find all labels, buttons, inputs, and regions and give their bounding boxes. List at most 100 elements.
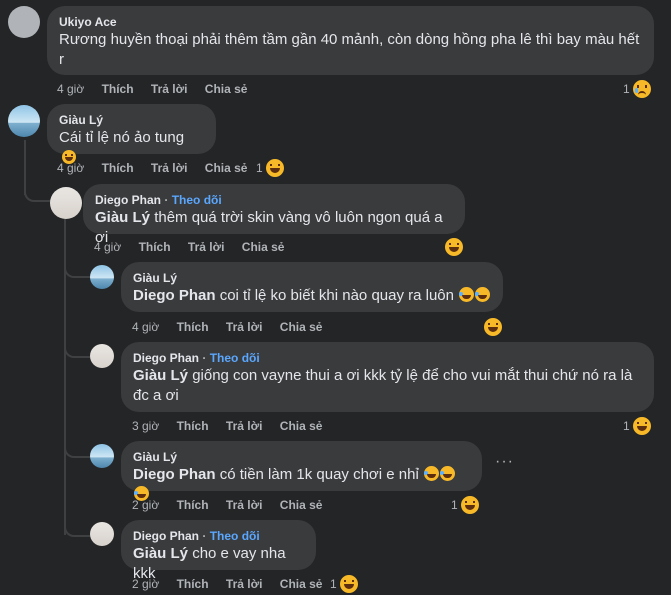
mention-link[interactable]: Giàu Lý xyxy=(133,367,188,384)
haha-emoji-icon xyxy=(444,237,464,257)
comment-actions: 4 giờ Thích Trả lời Chia sẻ xyxy=(94,240,298,254)
reply-button[interactable]: Trả lời xyxy=(226,577,263,591)
like-button[interactable]: Thích xyxy=(177,419,209,433)
follow-button[interactable]: Theo dõi xyxy=(172,193,222,207)
reply-button[interactable]: Trả lời xyxy=(226,320,263,334)
comment-time[interactable]: 3 giờ xyxy=(132,419,159,433)
reaction-summary[interactable]: 1 xyxy=(451,495,480,515)
comment-bubble: Giàu Lý Diego Phan có tiền làm 1k quay c… xyxy=(121,441,482,501)
avatar[interactable] xyxy=(50,187,82,219)
avatar[interactable] xyxy=(90,344,114,368)
comment-time[interactable]: 4 giờ xyxy=(132,320,159,334)
comment-author[interactable]: Ukiyo Ace xyxy=(59,14,642,30)
reaction-summary[interactable] xyxy=(481,317,503,337)
comment-text: Cái tỉ lệ nó ảo tung xyxy=(59,129,185,146)
comment-time[interactable]: 4 giờ xyxy=(57,161,84,175)
comment-actions: 4 giờ Thích Trả lời Chia sẻ xyxy=(132,320,336,334)
thread-connector xyxy=(24,180,52,202)
comment-actions: 2 giờ Thích Trả lời Chia sẻ xyxy=(132,577,336,591)
laughing-emoji-icon xyxy=(423,466,439,481)
comment-bubble: Diego Phan · Theo dõi Giàu Lý thêm quá t… xyxy=(83,184,465,246)
share-button[interactable]: Chia sẻ xyxy=(280,419,323,433)
comment-bubble: Diego Phan · Theo dõi Giàu Lý cho e vay … xyxy=(121,520,316,582)
haha-emoji-icon xyxy=(483,317,503,337)
comment-author[interactable]: Diego Phan xyxy=(133,351,199,365)
separator: · xyxy=(202,529,207,543)
reaction-count: 1 xyxy=(330,577,337,591)
comment-bubble: Diego Phan · Theo dõi Giàu Lý giống con … xyxy=(121,342,654,412)
comment-actions: 4 giờ Thích Trả lời Chia sẻ xyxy=(57,161,261,175)
reaction-count: 1 xyxy=(451,498,458,512)
reply-button[interactable]: Trả lời xyxy=(226,419,263,433)
like-button[interactable]: Thích xyxy=(177,320,209,334)
sad-emoji-icon xyxy=(631,79,652,99)
avatar[interactable] xyxy=(8,105,40,137)
comment-author[interactable]: Giàu Lý xyxy=(59,112,204,128)
reply-button[interactable]: Trả lời xyxy=(151,161,188,175)
comment-time[interactable]: 4 giờ xyxy=(57,82,84,96)
follow-button[interactable]: Theo dõi xyxy=(210,529,260,543)
share-button[interactable]: Chia sẻ xyxy=(280,577,323,591)
reaction-summary[interactable]: 1 xyxy=(330,574,359,594)
share-button[interactable]: Chia sẻ xyxy=(280,498,323,512)
reaction-count: 1 xyxy=(623,419,630,433)
follow-button[interactable]: Theo dõi xyxy=(210,351,260,365)
laughing-emoji-icon xyxy=(459,287,475,302)
thread-connector xyxy=(64,438,90,458)
reaction-summary[interactable] xyxy=(442,237,464,257)
reply-button[interactable]: Trả lời xyxy=(188,240,225,254)
laughing-emoji-icon xyxy=(439,466,455,481)
haha-emoji-icon xyxy=(631,416,652,436)
like-button[interactable]: Thích xyxy=(177,577,209,591)
comment-actions: 4 giờ Thích Trả lời Chia sẻ xyxy=(57,82,261,96)
comment-author[interactable]: Diego Phan xyxy=(133,529,199,543)
reply-button[interactable]: Trả lời xyxy=(151,82,188,96)
share-button[interactable]: Chia sẻ xyxy=(205,82,248,96)
comment-text: có tiền làm 1k quay chơi e nhỉ xyxy=(219,466,419,483)
reaction-count: 1 xyxy=(623,82,630,96)
mention-link[interactable]: Diego Phan xyxy=(133,466,216,483)
comment-text: Rương huyền thoại phải thêm tầm gần 40 m… xyxy=(59,31,640,68)
comment-time[interactable]: 2 giờ xyxy=(132,498,159,512)
thread-connector xyxy=(64,517,90,537)
avatar[interactable] xyxy=(90,265,114,289)
avatar[interactable] xyxy=(8,6,40,38)
mention-link[interactable]: Giàu Lý xyxy=(95,209,150,226)
comment-bubble: Giàu Lý Cái tỉ lệ nó ảo tung xyxy=(47,104,216,164)
comment-author[interactable]: Diego Phan xyxy=(95,193,161,207)
comment-author[interactable]: Giàu Lý xyxy=(133,449,470,465)
reaction-count: 1 xyxy=(256,161,263,175)
comment-text: coi tỉ lệ ko biết khi nào quay ra luôn xyxy=(219,287,454,304)
thread-connector xyxy=(64,338,90,358)
reaction-summary[interactable]: 1 xyxy=(623,79,652,99)
more-options-icon[interactable]: ··· xyxy=(495,453,514,471)
comment-text: giống con vayne thui a ơi kkk tỷ lệ để c… xyxy=(133,367,633,404)
haha-emoji-icon xyxy=(338,574,359,594)
comment-author[interactable]: Giàu Lý xyxy=(133,270,491,286)
comment-time[interactable]: 4 giờ xyxy=(94,240,121,254)
comment-bubble: Giàu Lý Diego Phan coi tỉ lệ ko biết khi… xyxy=(121,262,503,312)
reaction-summary[interactable]: 1 xyxy=(623,416,652,436)
share-button[interactable]: Chia sẻ xyxy=(242,240,285,254)
comment-actions: 3 giờ Thích Trả lời Chia sẻ xyxy=(132,419,336,433)
avatar[interactable] xyxy=(90,522,114,546)
like-button[interactable]: Thích xyxy=(177,498,209,512)
share-button[interactable]: Chia sẻ xyxy=(205,161,248,175)
like-button[interactable]: Thích xyxy=(102,161,134,175)
mention-link[interactable]: Giàu Lý xyxy=(133,545,188,562)
laughing-emoji-icon xyxy=(475,287,491,302)
comment-actions: 2 giờ Thích Trả lời Chia sẻ xyxy=(132,498,336,512)
separator: · xyxy=(202,351,207,365)
mention-link[interactable]: Diego Phan xyxy=(133,287,216,304)
separator: · xyxy=(164,193,169,207)
haha-emoji-icon xyxy=(264,158,285,178)
avatar[interactable] xyxy=(90,444,114,468)
reply-button[interactable]: Trả lời xyxy=(226,498,263,512)
haha-emoji-icon xyxy=(459,495,480,515)
like-button[interactable]: Thích xyxy=(139,240,171,254)
comment-time[interactable]: 2 giờ xyxy=(132,577,159,591)
share-button[interactable]: Chia sẻ xyxy=(280,320,323,334)
thread-connector xyxy=(64,258,90,278)
reaction-summary[interactable]: 1 xyxy=(256,158,285,178)
like-button[interactable]: Thích xyxy=(102,82,134,96)
